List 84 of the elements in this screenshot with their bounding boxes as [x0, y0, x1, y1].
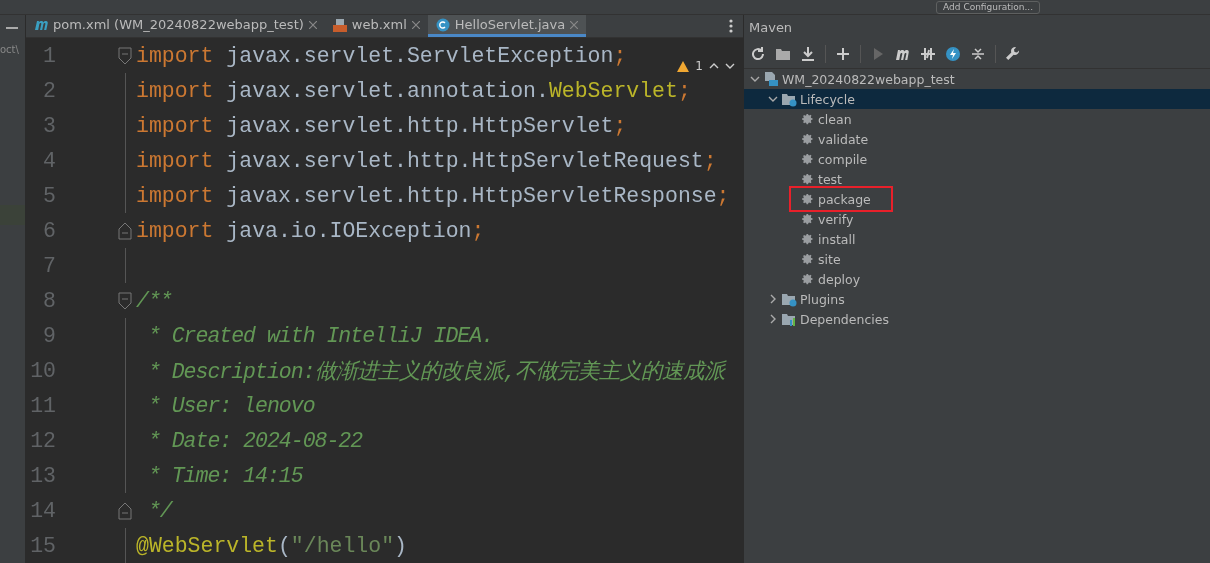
line-number: 4	[42, 148, 56, 173]
line-number: 3	[42, 113, 56, 138]
maven-icon	[34, 18, 48, 31]
code-line: /**	[136, 288, 172, 313]
code-line: import javax.servlet.ServletException;	[136, 43, 627, 68]
editor-tab[interactable]: web.xml	[324, 15, 428, 37]
gear-icon	[802, 113, 814, 125]
lifecycle-goal[interactable]: clean	[792, 109, 858, 129]
collapse-icon[interactable]	[970, 46, 986, 62]
lifecycle-goal[interactable]: verify	[792, 209, 860, 229]
xml-file-icon	[332, 17, 347, 32]
lifecycle-goal[interactable]: site	[792, 249, 847, 269]
line-number: 15	[29, 533, 56, 558]
line-number: 12	[29, 428, 56, 453]
code-line: import javax.servlet.http.HttpServlet;	[136, 113, 627, 138]
fold-icon[interactable]	[118, 501, 132, 520]
gear-icon	[802, 233, 814, 245]
tree-node[interactable]: Dependencies	[744, 309, 1210, 329]
code-line: * Time: 14:15	[146, 463, 303, 488]
project-path: oct\	[0, 44, 20, 55]
line-number: 13	[29, 463, 56, 488]
tree-node[interactable]: Lifecycle	[744, 89, 1210, 109]
lifecycle-goal[interactable]: compile	[792, 149, 874, 169]
line-number: 5	[42, 183, 56, 208]
gear-icon	[802, 253, 814, 265]
code-line: @WebServlet("/hello")	[136, 533, 407, 558]
gear-icon	[802, 213, 814, 225]
line-number: 2	[42, 78, 56, 103]
line-number: 14	[29, 498, 56, 523]
fold-icon[interactable]	[118, 221, 132, 240]
lifecycle-goal[interactable]: deploy	[792, 269, 867, 289]
code-line: import javax.servlet.annotation.WebServlet;	[136, 78, 691, 103]
line-number: 8	[42, 288, 56, 313]
wrench-icon[interactable]	[1005, 46, 1021, 62]
code-line: import javax.servlet.http.HttpServletRequest;	[136, 148, 717, 173]
minimize-icon[interactable]	[6, 26, 18, 29]
warning-icon[interactable]	[677, 60, 690, 72]
tree-node[interactable]: WM_20240822webapp_test	[744, 69, 1210, 89]
class-icon	[435, 17, 450, 32]
maven-project-icon	[763, 71, 779, 87]
line-number: 10	[29, 358, 56, 383]
editor-tab[interactable]: pom.xml (WM_20240822webapp_test)	[26, 15, 325, 37]
tree-node[interactable]: Plugins	[744, 289, 1210, 309]
more-icon[interactable]	[729, 19, 733, 33]
gear-icon	[802, 133, 814, 145]
library-icon	[781, 311, 797, 327]
chevron-up-icon[interactable]	[709, 63, 719, 69]
run-configuration-button[interactable]: Add Configuration...	[936, 0, 1040, 14]
reload-icon[interactable]	[750, 46, 766, 62]
lifecycle-goal[interactable]: install	[792, 229, 862, 249]
fold-icon[interactable]	[118, 291, 132, 310]
folder-gear-icon	[781, 91, 797, 107]
close-icon[interactable]	[411, 20, 420, 29]
warning-count: 1	[695, 59, 703, 73]
line-number: 7	[42, 253, 56, 278]
lifecycle-goal[interactable]: test	[792, 169, 848, 189]
lifecycle-goal[interactable]: package	[792, 189, 890, 209]
line-number: 1	[42, 43, 56, 68]
gear-icon	[802, 153, 814, 165]
panel-title: Maven	[748, 19, 794, 37]
code-line: * User: lenovo	[146, 393, 315, 418]
code-line: import javax.servlet.http.HttpServletResponse;	[136, 183, 730, 208]
code-line: * Created with IntelliJ IDEA.	[146, 323, 494, 348]
editor-tab[interactable]: HelloServlet.java	[427, 15, 587, 37]
lifecycle-goal[interactable]: validate	[792, 129, 875, 149]
code-line: */	[146, 498, 172, 523]
gear-icon	[802, 173, 814, 185]
folder-icon[interactable]	[775, 46, 791, 62]
gear-icon	[802, 273, 814, 285]
gear-icon	[802, 193, 814, 205]
toggle-offline-icon[interactable]	[920, 46, 936, 62]
folder-gear-icon	[781, 291, 797, 307]
line-number: 6	[42, 218, 56, 243]
chevron-down-icon[interactable]	[725, 63, 735, 69]
fold-icon[interactable]	[118, 46, 132, 65]
code-line: * Description:做渐进主义的改良派,不做完美主义的速成派	[146, 359, 726, 385]
code-line: import java.io.IOException;	[136, 218, 485, 243]
lightning-icon[interactable]	[945, 46, 961, 62]
plus-icon[interactable]	[835, 46, 851, 62]
download-icon[interactable]	[800, 46, 816, 62]
code-line: * Date: 2024-08-22	[146, 428, 363, 453]
line-number: 9	[42, 323, 56, 348]
close-icon[interactable]	[308, 20, 317, 29]
line-number: 11	[29, 393, 56, 418]
